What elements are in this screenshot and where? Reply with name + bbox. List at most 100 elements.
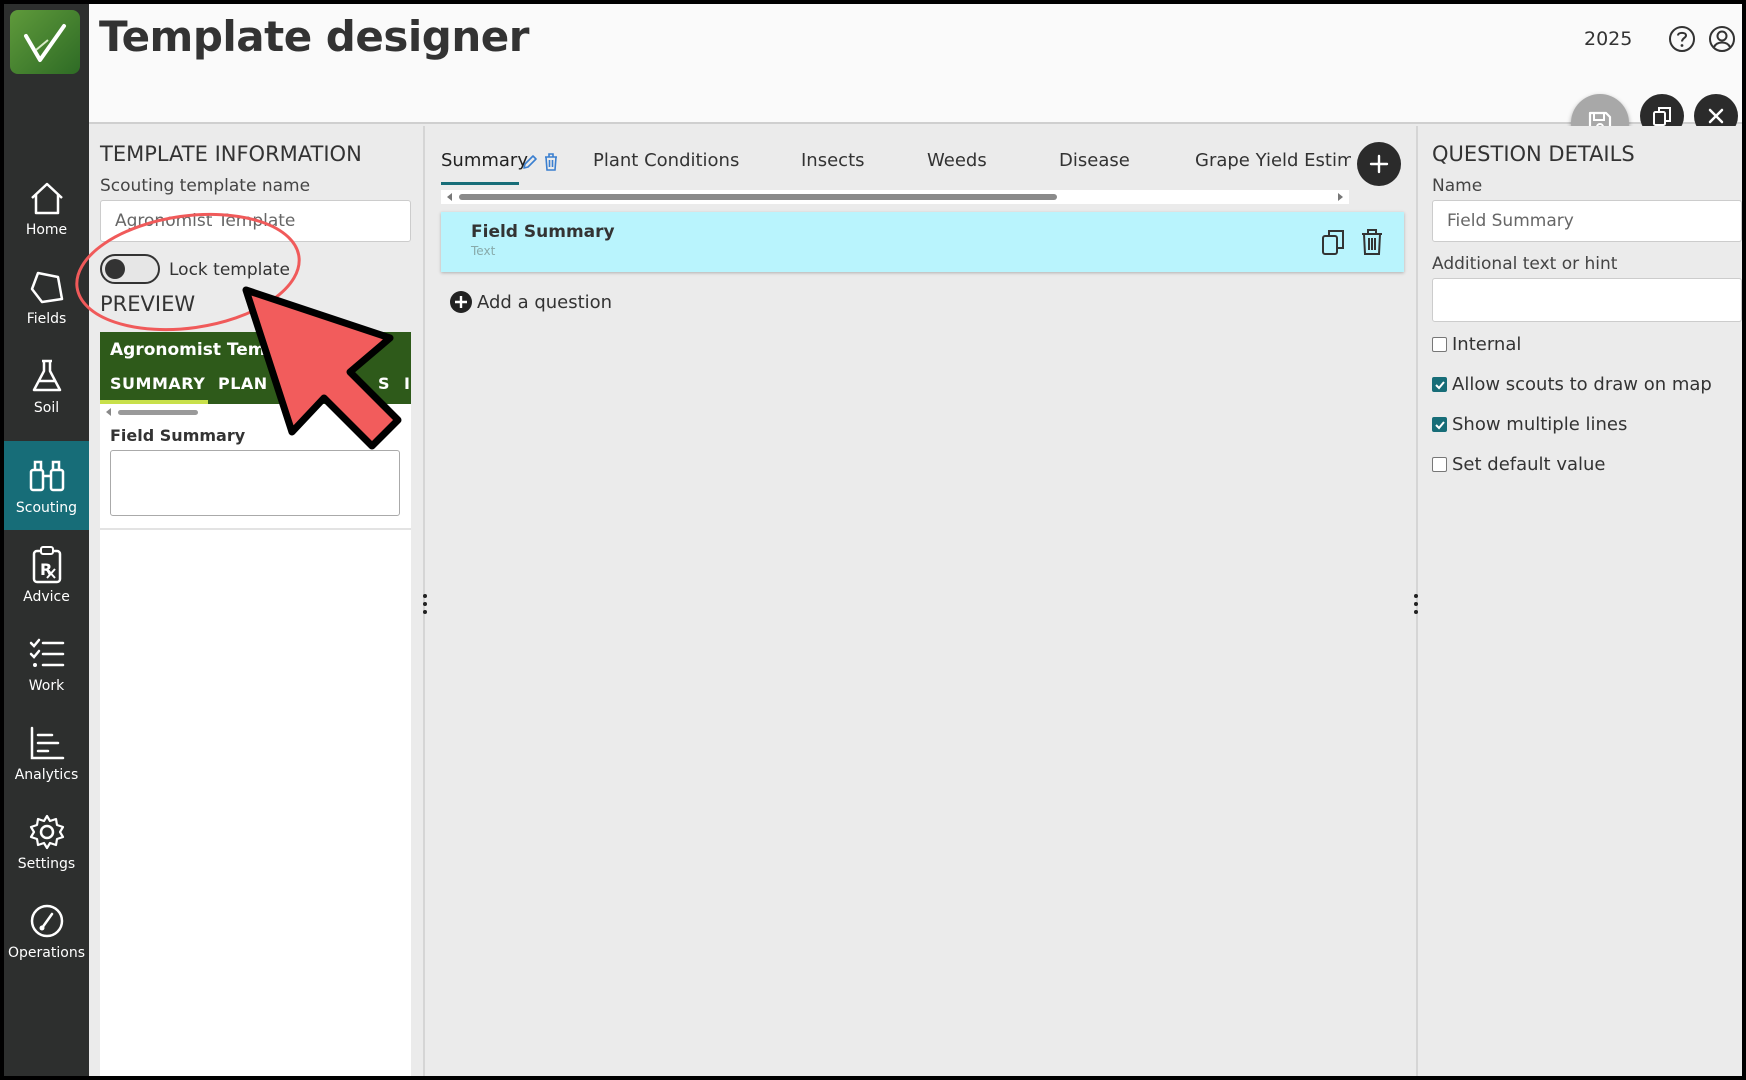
multiple-lines-label: Show multiple lines xyxy=(1452,414,1628,435)
close-icon xyxy=(1708,108,1724,124)
internal-option[interactable]: Internal xyxy=(1432,334,1521,355)
question-details-heading: QUESTION DETAILS xyxy=(1432,142,1635,166)
delete-question-trash-icon[interactable] xyxy=(1361,228,1383,261)
plus-icon xyxy=(1369,154,1389,174)
page-title: Template designer xyxy=(99,12,529,61)
add-section-button[interactable] xyxy=(1357,142,1401,186)
sidebar: Home Fields Soil Scouting R Advice Work … xyxy=(4,4,89,1076)
prescription-clipboard-icon: R xyxy=(27,545,67,585)
field-shape-icon xyxy=(27,267,67,307)
preview-tab-summary[interactable]: SUMMARY xyxy=(110,374,205,393)
svg-text:R: R xyxy=(40,560,52,579)
nav-analytics-label: Analytics xyxy=(14,766,79,783)
preview-heading: PREVIEW xyxy=(100,292,196,316)
question-name: Field Summary xyxy=(471,222,615,242)
nav-advice-label: Advice xyxy=(23,588,70,605)
nav-analytics[interactable]: Analytics xyxy=(4,708,89,797)
page-header: Template designer 2025 xyxy=(89,4,1742,124)
tab-weeds[interactable]: Weeds xyxy=(927,150,987,171)
gear-icon xyxy=(27,812,67,852)
multiple-lines-option[interactable]: Show multiple lines xyxy=(1432,414,1627,435)
draw-on-map-option[interactable]: Allow scouts to draw on map xyxy=(1432,374,1712,395)
preview-tab-indicator xyxy=(100,400,208,404)
help-icon[interactable] xyxy=(1667,24,1697,54)
home-icon xyxy=(27,178,67,218)
app-frame: Home Fields Soil Scouting R Advice Work … xyxy=(4,4,1742,1076)
template-info-heading: TEMPLATE INFORMATION xyxy=(100,142,362,166)
copy-icon xyxy=(1653,107,1671,126)
draw-on-map-checkbox[interactable] xyxy=(1432,377,1447,392)
question-type: Text xyxy=(471,244,496,258)
tab-disease[interactable]: Disease xyxy=(1059,150,1130,171)
preview-field-label: Field Summary xyxy=(110,426,246,445)
checkmark-icon xyxy=(1434,380,1445,389)
template-name-label: Scouting template name xyxy=(100,176,311,196)
internal-checkbox[interactable] xyxy=(1432,337,1447,352)
flask-icon xyxy=(27,356,67,396)
tab-grape-yield[interactable]: Grape Yield Estimat xyxy=(1195,150,1351,171)
add-question-plus-icon[interactable] xyxy=(449,290,473,319)
default-value-option[interactable]: Set default value xyxy=(1432,454,1606,475)
tab-plant-conditions[interactable]: Plant Conditions xyxy=(593,150,739,171)
preview-tab-plant[interactable]: PLAN xyxy=(218,374,268,393)
question-name-label: Name xyxy=(1432,176,1483,196)
preview-field-textarea[interactable] xyxy=(110,450,400,516)
preview-tab-s[interactable]: S xyxy=(378,374,390,393)
toggle-knob xyxy=(105,259,125,279)
gauge-icon xyxy=(27,901,67,941)
nav-home[interactable]: Home xyxy=(4,163,89,252)
binoculars-icon xyxy=(27,456,67,496)
tabs-scroll-right-icon[interactable] xyxy=(1338,193,1343,201)
tabs-scroll-left-icon[interactable] xyxy=(447,193,452,201)
app-logo[interactable] xyxy=(10,10,80,74)
nav-fields-label: Fields xyxy=(26,310,67,327)
nav-operations-label: Operations xyxy=(8,944,85,961)
nav-work[interactable]: Work xyxy=(4,619,89,708)
nav-work-label: Work xyxy=(28,677,65,694)
question-name-input[interactable]: Field Summary xyxy=(1432,200,1742,242)
nav-soil[interactable]: Soil xyxy=(4,341,89,430)
delete-section-trash-icon[interactable] xyxy=(543,152,559,177)
edit-section-pencil-icon[interactable] xyxy=(521,153,539,176)
nav-settings[interactable]: Settings xyxy=(4,797,89,886)
add-question-link[interactable]: Add a question xyxy=(477,292,612,313)
question-card[interactable]: Field Summary Text xyxy=(441,212,1404,272)
user-account-icon[interactable] xyxy=(1707,24,1737,54)
tabs-scrollbar-track xyxy=(441,190,1349,204)
sections-panel: Summary Plant Conditions Insects Weeds D… xyxy=(427,126,1418,1076)
draw-on-map-label: Allow scouts to draw on map xyxy=(1452,374,1712,395)
nav-scouting-label: Scouting xyxy=(15,499,78,516)
hint-label: Additional text or hint xyxy=(1432,254,1618,274)
nav-fields[interactable]: Fields xyxy=(4,252,89,341)
preview-tab-i[interactable]: I xyxy=(404,374,410,393)
duplicate-question-icon[interactable] xyxy=(1321,228,1345,261)
internal-label: Internal xyxy=(1452,334,1522,355)
tabs-scrollbar-thumb[interactable] xyxy=(459,194,1057,200)
year-selector[interactable]: 2025 xyxy=(1584,28,1632,50)
question-details-panel: QUESTION DETAILS Name Field Summary Addi… xyxy=(1420,126,1742,1076)
tab-active-indicator xyxy=(441,182,519,185)
nav-advice[interactable]: R Advice xyxy=(4,530,89,619)
preview-card: Agronomist Temp SUMMARY PLAN S I Field S… xyxy=(100,332,411,1076)
template-info-panel: TEMPLATE INFORMATION Scouting template n… xyxy=(89,126,425,1076)
hint-input[interactable] xyxy=(1432,278,1742,322)
nav-scouting[interactable]: Scouting xyxy=(4,441,89,530)
tab-summary[interactable]: Summary xyxy=(441,150,528,171)
bar-chart-icon xyxy=(27,723,67,763)
preview-scrollbar[interactable] xyxy=(118,410,198,415)
checkmark-icon xyxy=(1434,420,1445,429)
default-value-checkbox[interactable] xyxy=(1432,457,1447,472)
tab-insects[interactable]: Insects xyxy=(801,150,865,171)
preview-scroll-left-icon[interactable] xyxy=(106,408,111,416)
right-resize-handle[interactable] xyxy=(1414,594,1418,614)
lock-template-label: Lock template xyxy=(169,260,290,280)
nav-settings-label: Settings xyxy=(17,855,76,872)
nav-soil-label: Soil xyxy=(33,399,60,416)
preview-divider xyxy=(100,528,411,530)
lock-template-toggle[interactable] xyxy=(100,254,160,284)
nav-home-label: Home xyxy=(25,221,68,238)
preview-header: Agronomist Temp SUMMARY PLAN S I xyxy=(100,332,411,404)
template-name-input[interactable]: Agronomist Template xyxy=(100,200,411,242)
nav-operations[interactable]: Operations xyxy=(4,886,89,975)
multiple-lines-checkbox[interactable] xyxy=(1432,417,1447,432)
